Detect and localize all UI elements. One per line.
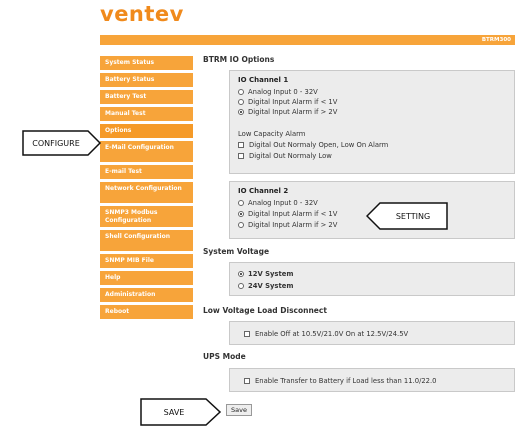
save-button[interactable]: Save — [226, 404, 252, 416]
checkbox-icon[interactable] — [244, 378, 250, 384]
sidebar-nav: System Status Battery Status Battery Tes… — [100, 56, 193, 322]
low-cap-normally-low-option[interactable]: Digital Out Normaly Low — [238, 152, 332, 160]
sidebar-item-network-config[interactable]: Network Configuration — [100, 182, 193, 203]
radio-icon[interactable] — [238, 99, 244, 105]
io-channel-1-panel: IO Channel 1 Analog Input 0 - 32V Digita… — [229, 70, 515, 174]
configure-callout-label: CONFIGURE — [32, 138, 80, 148]
setting-callout-label: SETTING — [395, 211, 431, 221]
io2-digital-lt1v-option[interactable]: Digital Input Alarm if < 1V — [238, 210, 337, 218]
io-channel-1-title: IO Channel 1 — [238, 76, 289, 84]
checkbox-icon[interactable] — [244, 331, 250, 337]
sidebar-item-options[interactable]: Options — [100, 124, 193, 138]
io2-analog-option[interactable]: Analog Input 0 - 32V — [238, 199, 318, 207]
radio-selected-icon[interactable] — [238, 211, 244, 217]
io1-digital-lt1v-option[interactable]: Digital Input Alarm if < 1V — [238, 98, 337, 106]
header-bar: BTRM300 — [100, 35, 515, 45]
sidebar-item-manual-test[interactable]: Manual Test — [100, 107, 193, 121]
sidebar-item-email-test[interactable]: E-mail Test — [100, 165, 193, 179]
io2-digital-gt2v-option[interactable]: Digital Input Alarm if > 2V — [238, 221, 337, 229]
radio-icon[interactable] — [238, 283, 244, 289]
ups-enable-option[interactable]: Enable Transfer to Battery if Load less … — [244, 377, 437, 385]
ups-panel: Enable Transfer to Battery if Load less … — [229, 368, 515, 392]
low-capacity-alarm-label: Low Capacity Alarm — [238, 130, 306, 138]
ups-mode-title: UPS Mode — [203, 352, 246, 361]
sidebar-item-battery-status[interactable]: Battery Status — [100, 73, 193, 87]
sidebar-item-battery-test[interactable]: Battery Test — [100, 90, 193, 104]
ventev-logo: ventev — [100, 2, 184, 26]
radio-icon[interactable] — [238, 200, 244, 206]
system-voltage-panel: 12V System 24V System — [229, 262, 515, 296]
sidebar-item-reboot[interactable]: Reboot — [100, 305, 193, 319]
sidebar-item-snmp-mib[interactable]: SNMP MIB File — [100, 254, 193, 268]
sidebar-item-snmp-modbus-config[interactable]: SNMP3 Modbus Configuration — [100, 206, 193, 227]
low-cap-normally-open-option[interactable]: Digital Out Normaly Open, Low On Alarm — [238, 141, 388, 149]
radio-icon[interactable] — [238, 222, 244, 228]
page-title: BTRM IO Options — [203, 55, 275, 64]
lvld-enable-option[interactable]: Enable Off at 10.5V/21.0V On at 12.5V/24… — [244, 330, 408, 338]
radio-selected-icon[interactable] — [238, 109, 244, 115]
device-model-label: BTRM300 — [481, 37, 511, 43]
system-voltage-title: System Voltage — [203, 247, 270, 256]
voltage-12v-option[interactable]: 12V System — [238, 270, 293, 278]
io-channel-2-title: IO Channel 2 — [238, 187, 289, 195]
sidebar-item-system-status[interactable]: System Status — [100, 56, 193, 70]
checkbox-icon[interactable] — [238, 153, 244, 159]
sidebar-item-help[interactable]: Help — [100, 271, 193, 285]
voltage-24v-option[interactable]: 24V System — [238, 282, 293, 290]
lvld-title: Low Voltage Load Disconnect — [203, 306, 327, 315]
sidebar-item-shell-config[interactable]: Shell Configuration — [100, 230, 193, 251]
radio-icon[interactable] — [238, 89, 244, 95]
io1-digital-gt2v-option[interactable]: Digital Input Alarm if > 2V — [238, 108, 337, 116]
checkbox-icon[interactable] — [238, 142, 244, 148]
radio-selected-icon[interactable] — [238, 271, 244, 277]
save-callout-label: SAVE — [163, 407, 185, 417]
lvld-panel: Enable Off at 10.5V/21.0V On at 12.5V/24… — [229, 321, 515, 345]
io1-analog-option[interactable]: Analog Input 0 - 32V — [238, 88, 318, 96]
sidebar-item-email-config[interactable]: E-Mail Configuration — [100, 141, 193, 162]
sidebar-item-administration[interactable]: Administration — [100, 288, 193, 302]
